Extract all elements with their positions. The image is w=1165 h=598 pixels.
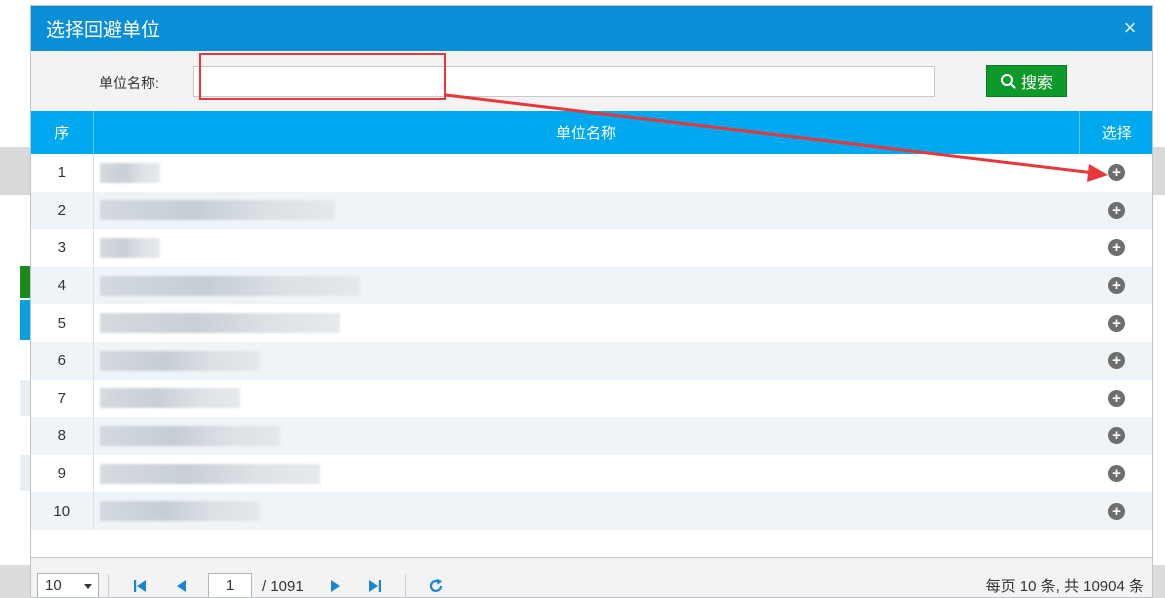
row-index: 9 <box>31 454 94 493</box>
table-row[interactable]: 5 + <box>31 304 1152 342</box>
row-index: 3 <box>31 229 94 267</box>
unit-name-cell <box>93 341 1079 380</box>
background-blue-marker <box>20 300 30 340</box>
column-header-name: 单位名称 <box>93 111 1080 154</box>
select-cell: + <box>1079 455 1152 493</box>
table-row[interactable]: 10 + <box>31 492 1152 530</box>
table-row[interactable]: 6 + <box>31 341 1152 380</box>
unit-table: 序 单位名称 选择 1 +2 +3 +4 +5 +6 +7 +8 +9 +10 + <box>31 111 1152 530</box>
select-cell: + <box>1079 417 1152 455</box>
page-size-select[interactable]: 10 <box>37 573 99 597</box>
column-header-index: 序 <box>31 111 94 154</box>
total-pages: / 1091 <box>262 578 304 595</box>
add-circle-icon[interactable]: + <box>1108 502 1125 520</box>
first-page-icon[interactable] <box>132 578 148 594</box>
row-index: 5 <box>31 304 94 342</box>
background-panel-right <box>1153 147 1165 195</box>
select-cell: + <box>1079 380 1152 418</box>
unit-name-cell <box>93 492 1079 530</box>
dialog-titlebar: 选择回避单位 × <box>31 6 1152 51</box>
current-page-input[interactable]: 1 <box>208 573 252 597</box>
row-index: 6 <box>31 341 94 380</box>
table-row[interactable]: 7 + <box>31 379 1152 418</box>
row-index: 1 <box>31 154 94 192</box>
select-cell: + <box>1079 341 1152 380</box>
table-row[interactable]: 4 + <box>31 266 1152 305</box>
unit-name-label: 单位名称: <box>99 75 159 91</box>
row-index: 10 <box>31 492 94 530</box>
table-row[interactable]: 2 + <box>31 191 1152 230</box>
redacted-unit-name <box>99 388 240 409</box>
background-green-marker <box>20 266 30 298</box>
background-panel-left <box>0 147 30 195</box>
unit-name-cell <box>93 417 1079 455</box>
table-header-row: 序 单位名称 选择 <box>31 111 1152 154</box>
unit-name-cell <box>93 266 1079 305</box>
previous-page-icon[interactable] <box>174 578 190 594</box>
add-circle-icon[interactable]: + <box>1108 389 1125 407</box>
unit-name-cell <box>93 304 1079 342</box>
add-circle-icon[interactable]: + <box>1108 164 1125 182</box>
background-fragment <box>20 455 30 491</box>
next-page-icon[interactable] <box>327 578 343 594</box>
search-icon <box>1000 74 1016 89</box>
row-index: 4 <box>31 266 94 305</box>
search-button[interactable]: 搜索 <box>986 65 1067 97</box>
table-row[interactable]: 1 + <box>31 154 1152 192</box>
redacted-unit-name <box>99 162 160 183</box>
page-size-value: 10 <box>45 577 62 594</box>
table-row[interactable]: 3 + <box>31 229 1152 267</box>
redacted-unit-name <box>99 425 280 446</box>
row-index: 2 <box>31 191 94 230</box>
redacted-unit-name <box>99 200 335 221</box>
redacted-unit-name <box>99 501 260 522</box>
divider <box>405 574 406 597</box>
redacted-unit-name <box>99 275 360 296</box>
search-button-label: 搜索 <box>1020 75 1053 92</box>
record-summary: 每页 10 条, 共 10904 条 <box>985 578 1144 595</box>
unit-name-cell <box>93 154 1079 192</box>
row-index: 7 <box>31 379 94 418</box>
redacted-unit-name <box>99 237 160 258</box>
unit-name-cell <box>93 455 1079 493</box>
select-cell: + <box>1079 492 1152 530</box>
redacted-unit-name <box>99 350 260 371</box>
background-fragment <box>0 565 30 598</box>
background-fragment <box>1153 565 1165 598</box>
column-header-select: 选择 <box>1079 111 1152 154</box>
select-cell: + <box>1079 229 1152 267</box>
add-circle-icon[interactable]: + <box>1108 427 1125 445</box>
dialog-title: 选择回避单位 <box>46 20 161 41</box>
row-index: 8 <box>31 417 94 455</box>
refresh-icon[interactable] <box>428 578 444 594</box>
divider <box>108 574 109 597</box>
add-circle-icon[interactable]: + <box>1108 277 1125 295</box>
add-circle-icon[interactable]: + <box>1108 352 1125 370</box>
add-circle-icon[interactable]: + <box>1108 465 1125 483</box>
redacted-unit-name <box>99 313 340 334</box>
unit-name-cell <box>93 380 1079 418</box>
pagination-bar: 10 1 / 1091 每页 10 条, 共 10904 条 <box>31 557 1152 597</box>
add-circle-icon[interactable]: + <box>1108 239 1125 257</box>
redacted-unit-name <box>99 463 320 484</box>
add-circle-icon[interactable]: + <box>1108 314 1125 332</box>
select-cell: + <box>1079 154 1152 192</box>
table-row[interactable]: 9 + <box>31 454 1152 493</box>
background-fragment <box>20 380 30 416</box>
annotation-highlight-box <box>199 53 446 100</box>
select-cell: + <box>1079 266 1152 305</box>
select-cell: + <box>1079 304 1152 342</box>
last-page-icon[interactable] <box>367 578 383 594</box>
select-cell: + <box>1079 191 1152 230</box>
table-row[interactable]: 8 + <box>31 417 1152 455</box>
unit-name-cell <box>93 229 1079 267</box>
close-icon[interactable]: × <box>1118 16 1142 40</box>
chevron-down-icon <box>84 584 92 589</box>
add-circle-icon[interactable]: + <box>1108 201 1125 219</box>
unit-name-cell <box>93 191 1079 230</box>
